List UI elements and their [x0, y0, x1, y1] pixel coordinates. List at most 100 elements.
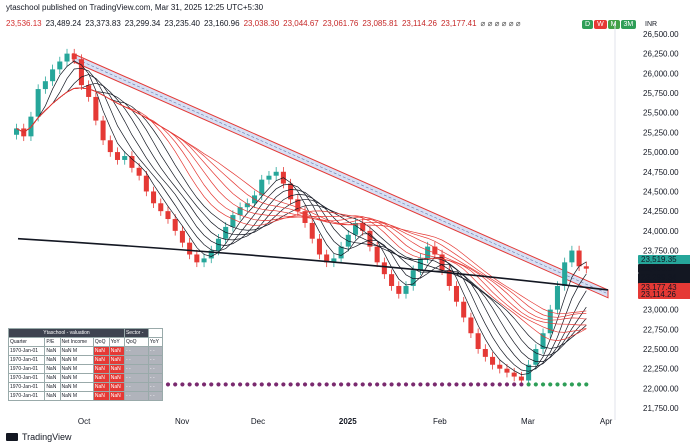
- candle-body: [136, 167, 142, 176]
- table-row: 1970-Jan-01 NaN NaN M NaN NaN - -- -: [7, 373, 164, 383]
- signal-dot: [512, 382, 517, 387]
- table-cell: NaN: [92, 373, 110, 383]
- signal-dot: [216, 382, 221, 387]
- signal-dot: [411, 382, 416, 387]
- table-title: Ytaschool - valuation: [8, 328, 125, 338]
- candle-body: [396, 285, 402, 294]
- x-tick-label: Feb: [433, 417, 447, 426]
- signal-dot: [468, 382, 474, 387]
- signal-dot: [360, 382, 365, 387]
- signal-dot: [302, 382, 308, 387]
- signal-dot: [173, 382, 178, 387]
- y-tick-label: 21,750.00: [643, 404, 679, 413]
- candle-body: [100, 120, 106, 141]
- table-cell: 1970-Jan-01: [7, 391, 46, 401]
- candle-body: [403, 285, 409, 294]
- y-tick-label: 22,750.00: [643, 325, 679, 334]
- table-cell: NaN: [44, 355, 61, 365]
- candle-body: [179, 230, 185, 243]
- table-cell: NaN M: [59, 373, 94, 383]
- table-cell: NaN: [108, 373, 125, 383]
- table-cell: NaN: [108, 355, 125, 365]
- candle-body: [194, 254, 200, 263]
- signal-dot: [396, 382, 401, 387]
- signal-dot: [259, 382, 264, 387]
- price-label: 23,519.35: [638, 255, 690, 264]
- table-row: 1970-Jan-01 NaN NaN M NaN NaN - -- -: [7, 364, 164, 374]
- candle-body: [71, 53, 77, 60]
- candle-body: [468, 317, 474, 334]
- signal-dot: [439, 382, 445, 387]
- x-tick-label: Oct: [78, 417, 91, 426]
- valuation-table: Ytaschool - valuation Sector - Quarter P/…: [7, 328, 164, 401]
- table-cell: NaN: [44, 364, 61, 374]
- signal-dot: [288, 382, 293, 387]
- candle-body: [309, 222, 315, 239]
- signal-dot: [418, 382, 423, 387]
- table-sector-value: [147, 328, 164, 338]
- table-cell: - -: [123, 355, 149, 365]
- table-row: 1970-Jan-01 NaN NaN M NaN NaN - -- -: [7, 382, 164, 392]
- candle-body: [518, 376, 524, 381]
- signal-dot: [317, 382, 322, 387]
- table-cell: NaN: [44, 382, 61, 392]
- table-row: 1970-Jan-01 NaN NaN M NaN NaN - -- -: [7, 346, 164, 356]
- signal-dot: [180, 382, 185, 387]
- signal-dot: [223, 382, 228, 387]
- table-body: 1970-Jan-01 NaN NaN M NaN NaN - -- -1970-Jan-…: [7, 346, 164, 401]
- table-cell: - -: [147, 391, 164, 401]
- table-cell: NaN: [44, 373, 61, 383]
- signal-dot: [194, 382, 199, 387]
- candle-body: [562, 262, 568, 286]
- signal-dot: [353, 382, 358, 387]
- table-row: 1970-Jan-01 NaN NaN M NaN NaN - -- -: [7, 355, 164, 365]
- y-tick-label: 24,750.00: [643, 168, 679, 177]
- candle-body: [461, 301, 467, 318]
- signal-dot: [367, 382, 373, 387]
- signal-dot: [295, 382, 300, 387]
- candle-body: [273, 171, 279, 176]
- table-cell: NaN M: [59, 346, 94, 356]
- table-cell: NaN: [108, 346, 125, 356]
- y-tick-label: 24,250.00: [643, 207, 679, 216]
- y-tick-label: 25,750.00: [643, 89, 679, 98]
- signal-dot: [245, 382, 250, 387]
- candle-body: [86, 85, 92, 97]
- y-tick-label: 25,250.00: [643, 128, 679, 137]
- signal-dot: [569, 382, 574, 387]
- table-cell: - -: [147, 373, 164, 383]
- signal-dot: [483, 382, 488, 387]
- table-cell: 1970-Jan-01: [7, 364, 46, 374]
- y-tick-label: 26,250.00: [643, 50, 679, 59]
- signal-dot: [555, 382, 560, 387]
- candle-body: [554, 285, 560, 310]
- ma-black-line: [16, 74, 587, 368]
- candle-body: [504, 368, 510, 373]
- candle-body: [381, 262, 387, 275]
- chart-window: ytaschool published on TradingView.com, …: [0, 0, 690, 448]
- candle-body: [526, 364, 532, 381]
- signal-dot: [497, 382, 502, 387]
- table-header-cell: Net Income: [59, 337, 94, 347]
- signal-dot: [584, 382, 589, 387]
- signal-dot: [461, 382, 466, 387]
- price-label-text: 23,114.26: [641, 290, 677, 299]
- candle-body: [42, 81, 48, 90]
- y-tick-label: 22,500.00: [643, 345, 679, 354]
- table-header-cell: QoQ: [92, 337, 110, 347]
- signal-dot: [403, 382, 409, 387]
- table-cell: - -: [147, 346, 164, 356]
- signal-dot: [476, 382, 481, 387]
- signal-dot: [238, 382, 243, 387]
- candle-body: [417, 258, 423, 271]
- table-cell: NaN: [108, 382, 125, 392]
- table-cell: - -: [123, 346, 149, 356]
- table-cell: NaN M: [59, 382, 94, 392]
- table-header-cell: YoY: [147, 337, 164, 347]
- y-tick-label: 23,000.00: [643, 306, 679, 315]
- table-header-cell: P/E: [44, 337, 61, 347]
- candle-body: [583, 266, 589, 269]
- candle-body: [345, 234, 351, 247]
- table-header-cell: QoQ: [123, 337, 149, 347]
- signal-dot: [540, 382, 546, 387]
